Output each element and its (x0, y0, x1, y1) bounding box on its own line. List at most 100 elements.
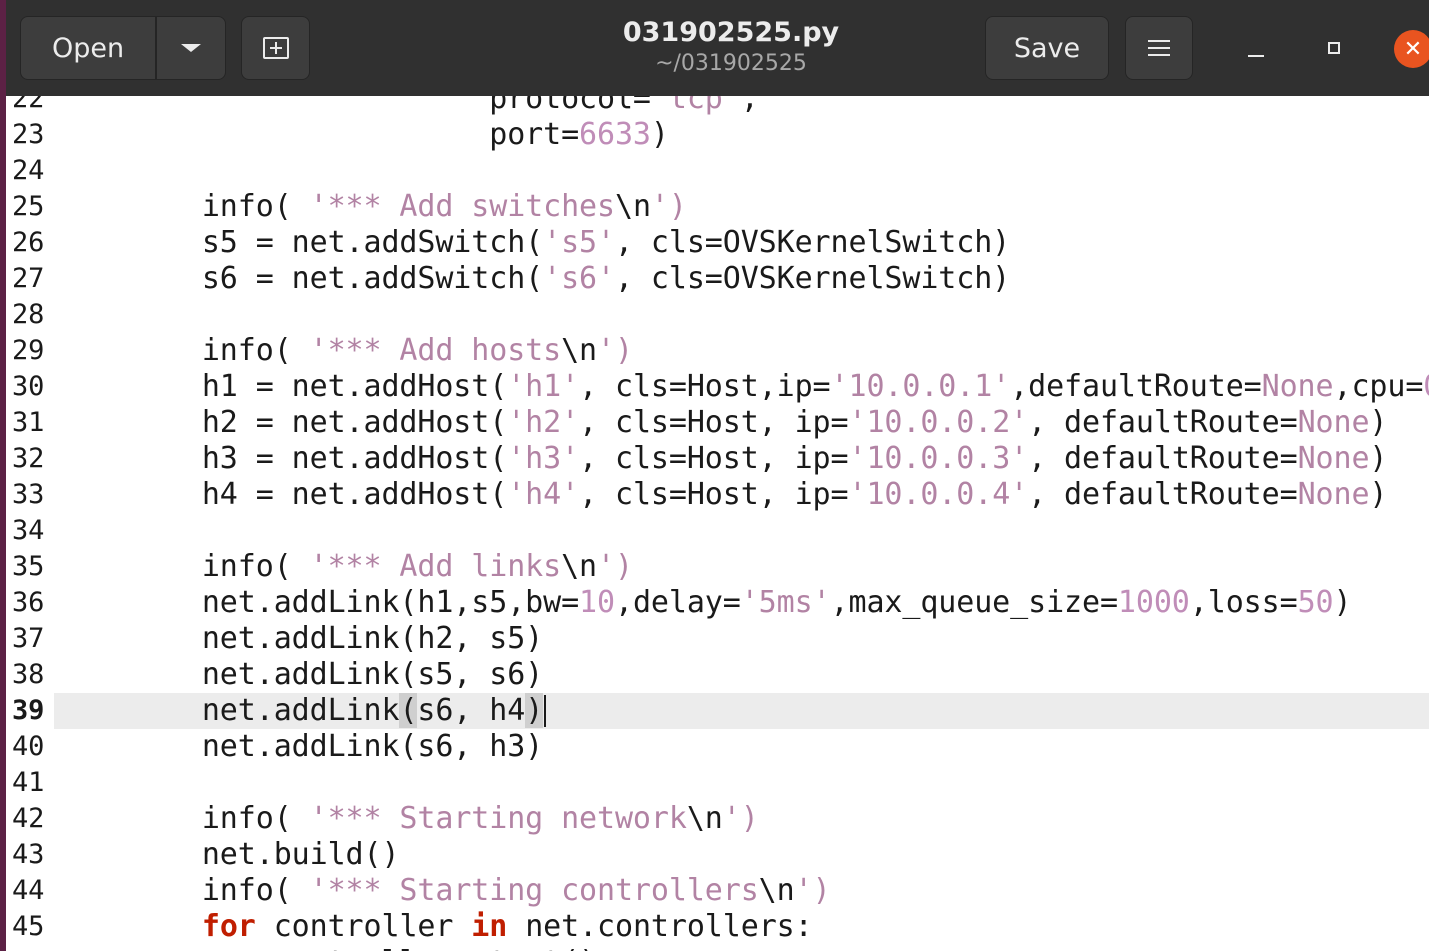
line-number: 41 (12, 767, 45, 798)
code-token: net.addLink(h2, s5) (130, 621, 544, 656)
code-line[interactable]: 29 info( '*** Add hosts\n') (6, 333, 1429, 369)
code-line[interactable]: 23 port=6633) (6, 117, 1429, 153)
code-token: net.build() (130, 837, 400, 872)
code-token: '5ms' (740, 585, 831, 620)
code-line[interactable]: 38 net.addLink(s5, s6) (6, 657, 1429, 693)
minimize-button[interactable] (1236, 28, 1276, 68)
code-line[interactable]: 31 h2 = net.addHost('h2', cls=Host, ip='… (6, 405, 1429, 441)
code-line[interactable]: 39 net.addLink(s6, h4) (6, 693, 1429, 729)
code-token: in (471, 909, 508, 944)
code-token: '10.0.0.1' (830, 369, 1011, 404)
code-line[interactable]: 45 for controller in net.controllers: (6, 909, 1429, 945)
code-token: h2 = net.addHost( (130, 405, 508, 440)
code-text: port=6633) (130, 117, 669, 153)
code-text: net.build() (130, 837, 400, 873)
code-text: net.addLink(h2, s5) (130, 621, 543, 657)
code-text: protocol='tcp', (130, 96, 759, 117)
code-token: None (1297, 441, 1370, 476)
code-token: , cls=OVSKernelSwitch) (614, 261, 1011, 296)
code-line[interactable]: 30 h1 = net.addHost('h1', cls=Host,ip='1… (6, 369, 1429, 405)
code-line[interactable]: 26 s5 = net.addSwitch('s5', cls=OVSKerne… (6, 225, 1429, 261)
code-line[interactable]: 35 info( '*** Add links\n') (6, 549, 1429, 585)
code-token: ,loss= (1189, 585, 1298, 620)
line-number: 23 (12, 119, 45, 150)
code-text: net.addLink(s5, s6) (130, 657, 543, 693)
line-number: 45 (12, 911, 45, 942)
line-number: 42 (12, 803, 45, 834)
code-token: \n (614, 189, 651, 224)
code-line[interactable]: 42 info( '*** Starting network\n') (6, 801, 1429, 837)
code-token: h3 = net.addHost( (130, 441, 508, 476)
open-recent-dropdown-button[interactable] (156, 16, 226, 80)
code-token: '*** Add hosts (309, 333, 562, 368)
code-token: ) (1369, 441, 1388, 476)
code-token: , cls=Host, ip= (579, 477, 849, 512)
code-token: ) (650, 117, 669, 152)
code-line[interactable]: 40 net.addLink(s6, h3) (6, 729, 1429, 765)
save-button[interactable]: Save (985, 16, 1109, 80)
code-editor[interactable]: 22 protocol='tcp', 23 port=6633) 24 25 info… (6, 96, 1429, 951)
close-button[interactable]: ✕ (1394, 30, 1429, 68)
code-line[interactable]: 27 s6 = net.addSwitch('s6', cls=OVSKerne… (6, 261, 1429, 297)
code-text: info( '*** Starting controllers\n') (130, 873, 831, 909)
code-token: net.addLink (130, 693, 400, 728)
code-token: for (201, 909, 256, 944)
code-token: \n (561, 549, 598, 584)
line-number: 46 (12, 945, 54, 951)
code-token: net.addLink(h1,s5,bw= (130, 585, 580, 620)
code-token: , cls=OVSKernelSwitch) (614, 225, 1011, 260)
code-line[interactable]: 43 net.build() (6, 837, 1429, 873)
line-number: 34 (12, 515, 45, 546)
title-block: 031902525.py ~/031902525 (566, 16, 896, 78)
code-token: , defaultRoute= (1028, 441, 1298, 476)
code-line[interactable]: 46 controller.start() (6, 945, 1429, 951)
code-token: 's6' (543, 261, 615, 296)
open-button[interactable]: Open (20, 16, 156, 80)
new-tab-button[interactable] (241, 16, 310, 80)
code-token: 'tcp' (650, 96, 741, 116)
code-text: controller.start() (130, 945, 597, 951)
line-number: 26 (12, 227, 45, 258)
code-line[interactable]: 33 h4 = net.addHost('h4', cls=Host, ip='… (6, 477, 1429, 513)
close-icon: ✕ (1403, 36, 1423, 62)
code-token: ,cpu= (1333, 369, 1424, 404)
code-text: info( '*** Add hosts\n') (130, 333, 633, 369)
code-token: port= (130, 117, 580, 152)
main-menu-button[interactable] (1125, 16, 1193, 80)
code-token: '*** Add links (309, 549, 562, 584)
code-line[interactable]: 37 net.addLink(h2, s5) (6, 621, 1429, 657)
code-line[interactable]: 44 info( '*** Starting controllers\n') (6, 873, 1429, 909)
code-token: controller.start() (130, 945, 597, 951)
code-token: h4 = net.addHost( (130, 477, 508, 512)
code-text: h2 = net.addHost('h2', cls=Host, ip='10.… (130, 405, 1388, 441)
maximize-button[interactable] (1314, 28, 1354, 68)
code-token: 10 (579, 585, 615, 620)
code-line[interactable]: 41 (6, 765, 1429, 801)
code-text: net.addLink(s6, h4) (130, 693, 543, 729)
code-token: 's5' (543, 225, 615, 260)
code-text: info( '*** Add switches\n') (130, 189, 687, 225)
maximize-icon (1328, 42, 1340, 54)
header-bar: Open 031902525.py ~/031902525 Save ✕ (6, 0, 1429, 97)
code-token: info( (130, 801, 310, 836)
code-line[interactable]: 24 (6, 153, 1429, 189)
code-line[interactable]: 32 h3 = net.addHost('h3', cls=Host, ip='… (6, 441, 1429, 477)
code-token: \n (561, 333, 598, 368)
code-text: h3 = net.addHost('h3', cls=Host, ip='10.… (130, 441, 1388, 477)
code-line[interactable]: 25 info( '*** Add switches\n') (6, 189, 1429, 225)
line-number: 31 (12, 407, 45, 438)
line-number: 39 (12, 695, 45, 726)
code-token: ') (650, 189, 687, 224)
code-token: h1 = net.addHost( (130, 369, 508, 404)
code-line[interactable]: 28 (6, 297, 1429, 333)
code-token: '*** Starting network (309, 801, 687, 836)
code-token: 1000 (1117, 585, 1190, 620)
line-number: 32 (12, 443, 45, 474)
code-line[interactable]: 34 (6, 513, 1429, 549)
code-line[interactable]: 36 net.addLink(h1,s5,bw=10,delay='5ms',m… (6, 585, 1429, 621)
line-number: 25 (12, 191, 45, 222)
code-line[interactable]: 22 protocol='tcp', (6, 96, 1429, 117)
code-token: 'h1' (507, 369, 580, 404)
hamburger-menu-icon (1148, 40, 1170, 56)
